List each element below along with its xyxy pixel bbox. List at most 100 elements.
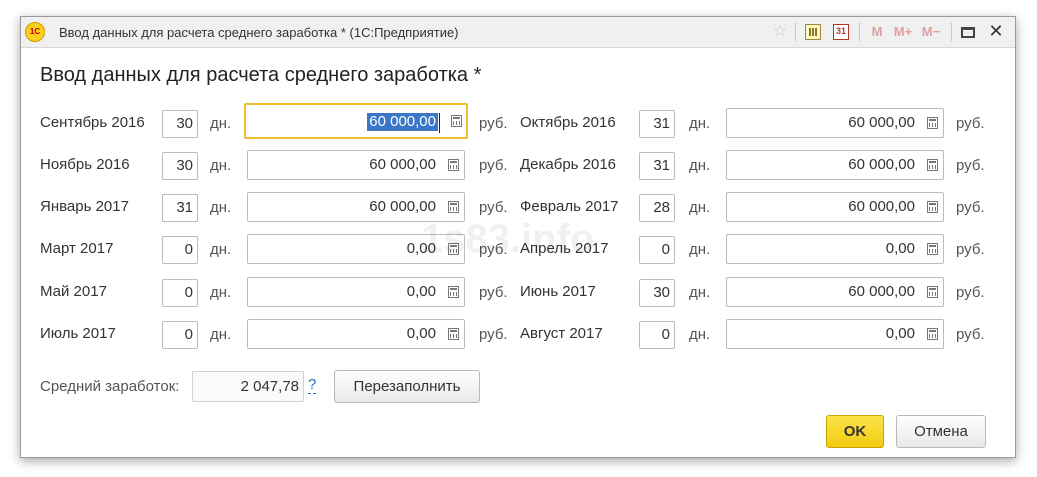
currency-unit: руб. [956, 284, 985, 301]
month-label: Сентябрь 2016 [40, 114, 145, 131]
toolbar-divider [859, 23, 860, 41]
refill-button[interactable]: Перезаполнить [334, 370, 480, 403]
currency-unit: руб. [956, 199, 985, 216]
month-label: Декабрь 2016 [520, 156, 617, 173]
days-input[interactable]: 30 [639, 279, 675, 307]
calculator-icon[interactable] [805, 24, 821, 40]
help-link[interactable]: ? [308, 377, 317, 394]
memory-m-button[interactable]: M [865, 23, 889, 41]
days-unit: дн. [210, 241, 232, 258]
days-input[interactable]: 0 [162, 279, 198, 307]
currency-unit: руб. [479, 115, 508, 132]
calculator-icon[interactable] [448, 159, 459, 171]
amount-input[interactable]: 0,00 [247, 319, 465, 349]
amount-value: 60 000,00 [848, 198, 915, 215]
form-heading: Ввод данных для расчета среднего заработ… [40, 64, 482, 86]
ok-button[interactable]: OK [826, 415, 884, 448]
calendar-icon[interactable]: 31 [833, 24, 849, 40]
month-label: Июнь 2017 [520, 283, 596, 300]
amount-value: 60 000,00 [848, 114, 915, 131]
currency-unit: руб. [479, 199, 508, 216]
toolbar-divider [795, 23, 796, 41]
amount-input[interactable]: 60 000,00 [726, 150, 944, 180]
calculator-icon[interactable] [927, 159, 938, 171]
days-input[interactable]: 31 [162, 194, 198, 222]
days-input[interactable]: 30 [162, 152, 198, 180]
days-input[interactable]: 31 [639, 110, 675, 138]
calculator-icon[interactable] [451, 115, 462, 127]
month-label: Ноябрь 2016 [40, 156, 130, 173]
calculator-icon[interactable] [927, 243, 938, 255]
amount-value: 0,00 [885, 325, 915, 342]
title-bar: 1С Ввод данных для расчета среднего зара… [21, 17, 1015, 48]
days-input[interactable]: 0 [162, 321, 198, 349]
amount-value: 0,00 [406, 240, 436, 257]
days-unit: дн. [689, 326, 711, 343]
currency-unit: руб. [956, 115, 985, 132]
average-earnings-field: 2 047,78 [192, 371, 304, 402]
amount-input[interactable]: 60 000,00 [247, 192, 465, 222]
days-unit: дн. [210, 115, 232, 132]
amount-value: 60 000,00 [848, 156, 915, 173]
month-label: Апрель 2017 [520, 240, 609, 257]
days-unit: дн. [689, 199, 711, 216]
currency-unit: руб. [956, 326, 985, 343]
days-input[interactable]: 0 [639, 321, 675, 349]
amount-input[interactable]: 60 000,00 [726, 108, 944, 138]
month-label: Июль 2017 [40, 325, 116, 342]
dialog-window: 1С Ввод данных для расчета среднего зара… [20, 16, 1016, 458]
currency-unit: руб. [956, 157, 985, 174]
days-input[interactable]: 30 [162, 110, 198, 138]
amount-input[interactable]: 60 000,00 [247, 150, 465, 180]
amount-input[interactable]: 60 000,00 [726, 277, 944, 307]
calculator-icon[interactable] [448, 328, 459, 340]
amount-input[interactable]: 0,00 [247, 234, 465, 264]
amount-value: 0,00 [406, 283, 436, 300]
restore-window-icon[interactable] [961, 27, 975, 38]
month-label: Январь 2017 [40, 198, 129, 215]
days-unit: дн. [210, 157, 232, 174]
month-label: Май 2017 [40, 283, 107, 300]
amount-value: 60 000,00 [369, 198, 436, 215]
calculator-icon[interactable] [448, 201, 459, 213]
calculator-icon[interactable] [927, 328, 938, 340]
days-unit: дн. [689, 157, 711, 174]
month-label: Февраль 2017 [520, 198, 619, 215]
memory-plus-button[interactable]: M+ [891, 23, 915, 41]
currency-unit: руб. [479, 284, 508, 301]
amount-value: 60 000,00 [369, 156, 436, 173]
days-input[interactable]: 0 [162, 236, 198, 264]
close-icon[interactable]: ✕ [987, 22, 1005, 40]
currency-unit: руб. [956, 241, 985, 258]
calculator-icon[interactable] [927, 201, 938, 213]
currency-unit: руб. [479, 326, 508, 343]
amount-input[interactable]: 60 000,00 [726, 192, 944, 222]
days-input[interactable]: 31 [639, 152, 675, 180]
calculator-icon[interactable] [927, 286, 938, 298]
days-unit: дн. [210, 326, 232, 343]
days-unit: дн. [689, 284, 711, 301]
days-unit: дн. [689, 241, 711, 258]
calculator-icon[interactable] [448, 243, 459, 255]
window-title: Ввод данных для расчета среднего заработ… [59, 25, 459, 40]
average-earnings-label: Средний заработок: [40, 378, 180, 395]
currency-unit: руб. [479, 157, 508, 174]
days-input[interactable]: 28 [639, 194, 675, 222]
month-label: Март 2017 [40, 240, 114, 257]
amount-value: 60 000,00 [848, 283, 915, 300]
favorite-star-icon[interactable]: ☆ [771, 23, 789, 41]
days-unit: дн. [210, 199, 232, 216]
amount-value: 0,00 [406, 325, 436, 342]
amount-input[interactable]: 0,00 [726, 319, 944, 349]
calculator-icon[interactable] [927, 117, 938, 129]
calculator-icon[interactable] [448, 286, 459, 298]
days-input[interactable]: 0 [639, 236, 675, 264]
cancel-button[interactable]: Отмена [896, 415, 986, 448]
amount-input[interactable]: 0,00 [247, 277, 465, 307]
toolbar-divider [951, 23, 952, 41]
text-cursor [439, 113, 440, 133]
memory-minus-button[interactable]: M− [919, 23, 943, 41]
amount-input[interactable]: 60 000,00 [244, 103, 468, 139]
amount-value: 0,00 [885, 240, 915, 257]
amount-input[interactable]: 0,00 [726, 234, 944, 264]
